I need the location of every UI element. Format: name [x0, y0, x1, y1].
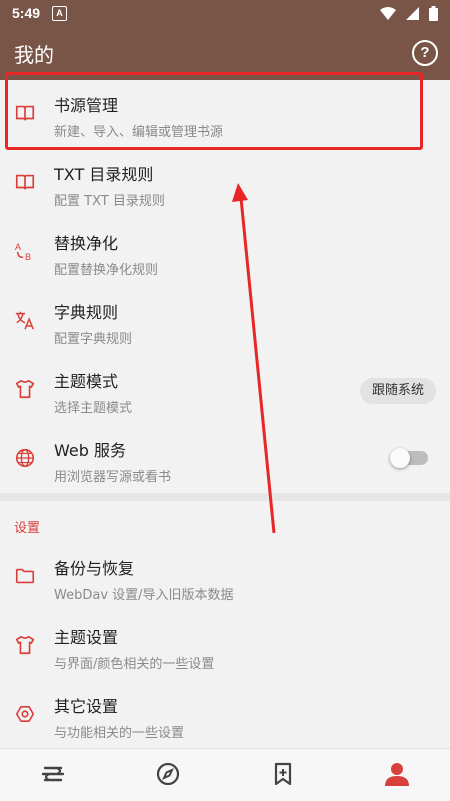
shirt-icon — [15, 379, 35, 399]
signal-icon — [406, 7, 419, 20]
menu-item-theme-mode[interactable]: 主题模式 选择主题模式 跟随系统 — [0, 356, 450, 424]
menu-item-other-settings[interactable]: 其它设置 与功能相关的一些设置 — [0, 681, 450, 749]
toggle-knob — [390, 448, 410, 468]
replace-icon: AB — [15, 242, 31, 262]
menu-item-label: 替换净化 — [54, 234, 119, 253]
gear-icon — [15, 706, 35, 722]
system-icons — [380, 6, 438, 21]
page-title: 我的 — [14, 43, 54, 67]
theme-mode-value-chip[interactable]: 跟随系统 — [359, 378, 436, 404]
bottom-navigation — [0, 748, 450, 801]
notification-icon: A — [52, 6, 67, 21]
menu-item-theme-settings[interactable]: 主题设置 与界面/颜色相关的一些设置 — [0, 612, 450, 680]
menu-item-summary: 与界面/颜色相关的一些设置 — [54, 657, 215, 672]
menu-item-label: 备份与恢复 — [54, 559, 135, 578]
book-icon — [15, 174, 35, 190]
explore-icon[interactable] — [155, 761, 181, 787]
menu-item-summary: WebDav 设置/导入旧版本数据 — [54, 588, 234, 603]
wifi-icon — [380, 7, 396, 20]
menu-item-web-service[interactable]: Web 服务 用浏览器写源或看书 — [0, 425, 450, 493]
menu-item-label: 其它设置 — [54, 697, 119, 716]
status-bar: 5:49 A — [0, 0, 450, 26]
menu-item-summary: 配置 TXT 目录规则 — [54, 194, 165, 209]
section-title-settings: 设置 — [14, 521, 41, 536]
help-icon[interactable]: ? — [412, 40, 438, 66]
menu-item-summary: 选择主题模式 — [54, 401, 133, 416]
menu-item-backup[interactable]: 备份与恢复 WebDav 设置/导入旧版本数据 — [0, 543, 450, 611]
svg-text:B: B — [25, 252, 31, 262]
menu-item-summary: 与功能相关的一些设置 — [54, 726, 185, 741]
rss-icon[interactable] — [270, 761, 296, 787]
menu-item-dictionary[interactable]: 字典规则 配置字典规则 — [0, 287, 450, 355]
menu-item-summary: 配置字典规则 — [54, 332, 133, 347]
svg-text:A: A — [15, 242, 22, 252]
folder-icon — [15, 568, 35, 584]
menu-item-label: Web 服务 — [54, 441, 126, 460]
bookshelf-icon[interactable] — [40, 761, 66, 787]
annotation-highlight-box — [5, 72, 423, 150]
shirt-icon — [15, 635, 35, 655]
battery-icon — [429, 6, 438, 21]
menu-item-label: 字典规则 — [54, 303, 119, 322]
profile-icon[interactable] — [384, 761, 410, 787]
menu-item-txt-rules[interactable]: TXT 目录规则 配置 TXT 目录规则 — [0, 149, 450, 217]
status-time: 5:49 — [12, 5, 41, 21]
web-service-toggle[interactable] — [390, 448, 428, 468]
menu-item-replace[interactable]: AB 替换净化 配置替换净化规则 — [0, 218, 450, 286]
section-divider — [0, 493, 450, 501]
translate-icon — [15, 311, 34, 330]
menu-item-label: 主题设置 — [54, 628, 119, 647]
menu-item-label: TXT 目录规则 — [54, 165, 154, 184]
menu-item-label: 主题模式 — [54, 372, 119, 391]
menu-item-summary: 用浏览器写源或看书 — [54, 470, 172, 485]
menu-item-summary: 配置替换净化规则 — [54, 263, 159, 278]
globe-icon — [15, 448, 35, 468]
